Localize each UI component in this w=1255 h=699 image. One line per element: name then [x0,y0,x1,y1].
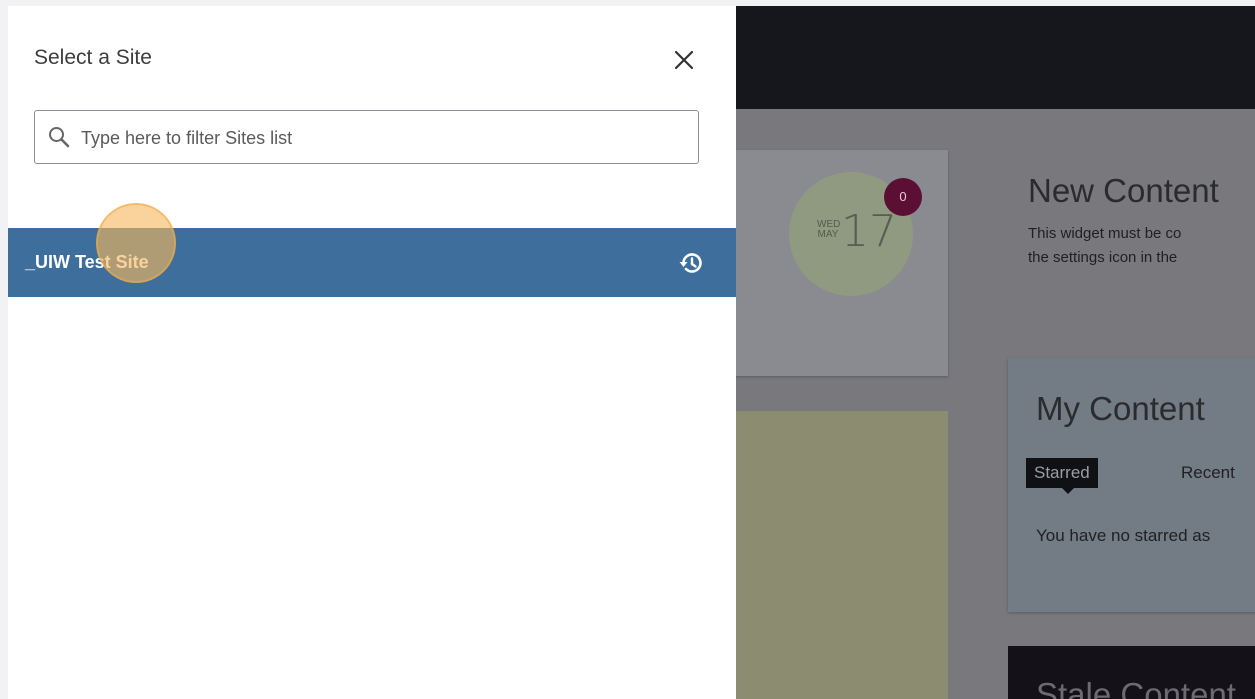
search-icon [49,127,70,148]
site-filter-input[interactable] [79,122,683,154]
note-widget [701,411,948,699]
site-filter-box [34,110,699,164]
drawer-title: Select a Site [34,46,152,69]
calendar-day-month: WED MAY [817,220,840,240]
my-content-empty-text: You have no starred as [1036,526,1211,545]
calendar-date-number: 17 [841,206,897,257]
my-content-widget: My Content Starred Recent You have no st… [1008,358,1255,612]
new-content-desc-line: the settings icon in the [1028,249,1178,266]
site-list-item[interactable]: _UIW Test Site [8,228,736,297]
notification-badge: 0 [884,178,922,216]
tab-starred: Starred [1026,458,1098,494]
calendar-widget: WED MAY 17 0 [701,150,948,376]
stale-content-title: Stale Content [1036,676,1236,699]
history-icon[interactable] [676,248,706,278]
close-icon [674,50,694,70]
calendar-month: MAY [817,229,839,240]
new-content-title: New Content [1028,172,1219,209]
new-content-desc-line: This widget must be co [1028,225,1182,242]
new-content-description: This widget must be co the settings icon… [1028,222,1181,270]
close-button[interactable] [668,44,700,76]
stale-content-widget: Stale Content [1008,646,1255,699]
my-content-title: My Content [1036,390,1205,427]
tab-recent: Recent [1181,463,1235,482]
site-name: _UIW Test Site [25,252,149,272]
select-site-drawer: Select a Site _UIW Test Site [8,6,736,699]
